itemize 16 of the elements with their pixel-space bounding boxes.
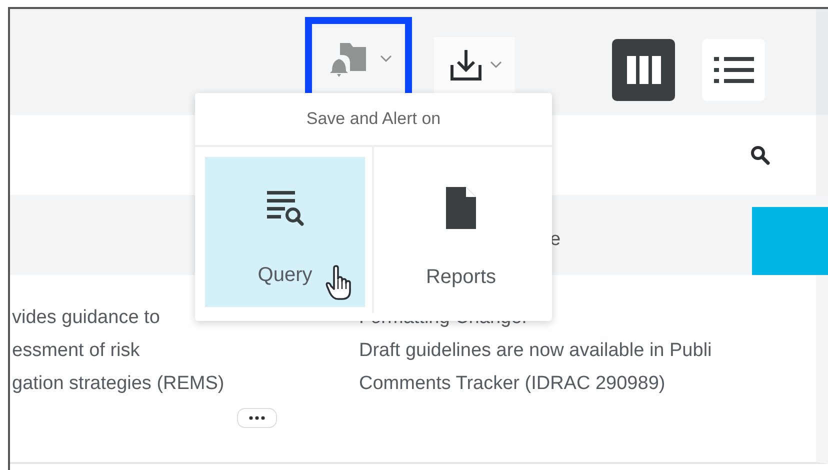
download-button[interactable] [434, 37, 515, 93]
columns-icon [626, 55, 662, 85]
menu-option[interactable]: Query [205, 157, 365, 307]
download-icon [448, 47, 484, 83]
list-icon [714, 55, 754, 85]
ellipsis-icon [249, 416, 265, 420]
columns-button[interactable] [612, 39, 675, 101]
caret-icon [490, 61, 502, 69]
caret-icon [380, 55, 392, 63]
document-icon [445, 186, 477, 230]
hand-cursor-icon [325, 265, 353, 301]
table-cell-text: vides guidance to essment of risk gation strategies (REMS) [12, 306, 226, 396]
search-icon[interactable] [750, 145, 770, 165]
more-button[interactable] [237, 408, 277, 428]
menu-title: Save and Alert on [195, 93, 552, 147]
list-button[interactable] [702, 39, 765, 101]
